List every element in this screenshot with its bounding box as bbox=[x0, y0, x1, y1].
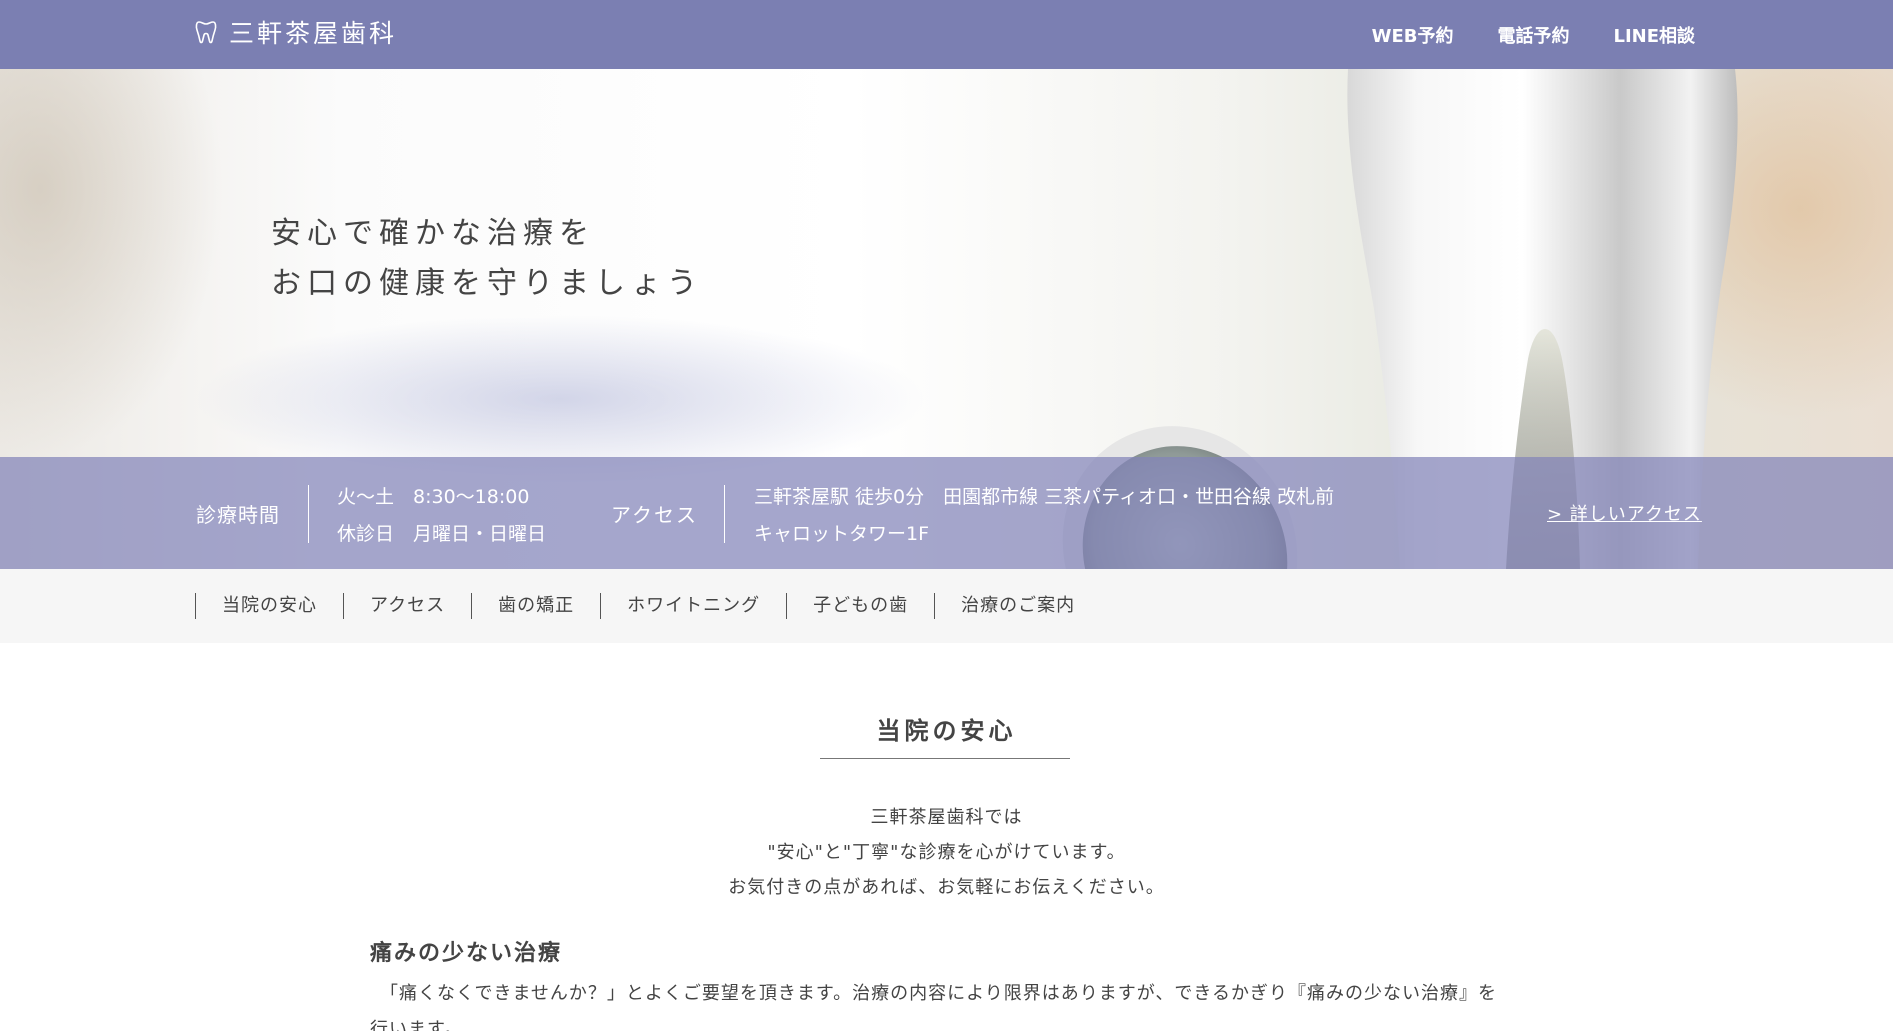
title-underline bbox=[820, 758, 1070, 759]
tooth-logo-icon bbox=[195, 21, 217, 44]
hours-label: 診療時間 bbox=[196, 502, 280, 527]
body-paragraph: 「痛くなくできませんか？」とよくご要望を頂きます。治療の内容により限界はあります… bbox=[370, 983, 1498, 1031]
clinic-info-band: 診療時間 火〜土 8:30〜18:00 休診日 月曜日・日曜日 アクセス 三軒茶… bbox=[0, 457, 1893, 569]
access-line: 三軒茶屋駅 徒歩0分 田園都市線 三茶パティオ口・世田谷線 改札前 bbox=[754, 486, 1335, 508]
closed-days-line: 休診日 月曜日・日曜日 bbox=[337, 523, 547, 545]
header-nav: WEB予約 電話予約 LINE相談 bbox=[1372, 0, 1695, 69]
hero-line-2: お口の健康を守りましょう bbox=[271, 266, 703, 301]
divider bbox=[724, 485, 725, 543]
hours-line: 火〜土 8:30〜18:00 bbox=[337, 486, 530, 508]
phone-reservation-link[interactable]: 電話予約 bbox=[1497, 22, 1569, 48]
divider bbox=[308, 485, 309, 543]
hero-line-1: 安心で確かな治療を bbox=[271, 216, 595, 251]
subnav-item-whitening[interactable]: ホワイトニング bbox=[600, 593, 786, 619]
intro-line: 三軒茶屋歯科では bbox=[870, 807, 1023, 828]
building-line: キャロットタワー1F bbox=[754, 523, 930, 545]
hero-copy: 安心で確かな治療を お口の健康を守りましょう bbox=[271, 209, 703, 309]
access-label: アクセス bbox=[611, 502, 698, 527]
logo-text: 三軒茶屋歯科 bbox=[229, 19, 398, 48]
web-reservation-link[interactable]: WEB予約 bbox=[1372, 22, 1454, 48]
subnav-item-treatment[interactable]: 治療のご案内 bbox=[934, 593, 1101, 619]
hours-detail: 火〜土 8:30〜18:00 休診日 月曜日・日曜日 bbox=[337, 479, 546, 553]
intro-line: "安心"と"丁寧"な診療を心がけています。 bbox=[767, 842, 1126, 863]
line-consult-link[interactable]: LINE相談 bbox=[1613, 22, 1695, 48]
section-nav: 当院の安心 アクセス 歯の矯正 ホワイトニング 子どもの歯 治療のご案内 bbox=[0, 569, 1893, 643]
detailed-access-link[interactable]: > 詳しいアクセス bbox=[1547, 457, 1702, 569]
intro-text: 三軒茶屋歯科では "安心"と"丁寧"な診療を心がけています。 お気付きの点があれ… bbox=[0, 800, 1893, 905]
subnav-item-access[interactable]: アクセス bbox=[343, 593, 471, 619]
intro-line: お気付きの点があれば、お気軽にお伝えください。 bbox=[728, 877, 1165, 898]
subheading: 痛みの少ない治療 bbox=[370, 941, 563, 966]
subnav-item-orthodontics[interactable]: 歯の矯正 bbox=[471, 593, 600, 619]
subnav-item-kids[interactable]: 子どもの歯 bbox=[786, 593, 934, 619]
logo[interactable]: 三軒茶屋歯科 bbox=[195, 14, 397, 50]
site-header: 三軒茶屋歯科 WEB予約 電話予約 LINE相談 bbox=[0, 0, 1893, 69]
section-title: 当院の安心 bbox=[876, 716, 1017, 745]
access-detail: 三軒茶屋駅 徒歩0分 田園都市線 三茶パティオ口・世田谷線 改札前 キャロットタ… bbox=[754, 479, 1334, 553]
subnav-item-reassurance[interactable]: 当院の安心 bbox=[195, 593, 343, 619]
